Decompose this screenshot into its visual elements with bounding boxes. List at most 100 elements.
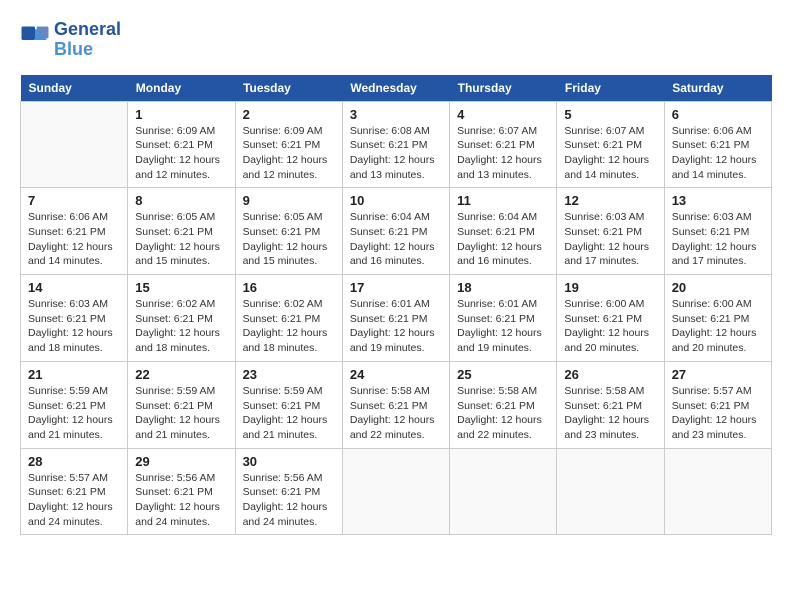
calendar-cell: 4 Sunrise: 6:07 AMSunset: 6:21 PMDaylight… (450, 101, 557, 188)
calendar-cell: 15 Sunrise: 6:02 AMSunset: 6:21 PMDayligh… (128, 275, 235, 362)
calendar-week-row: 7 Sunrise: 6:06 AMSunset: 6:21 PMDaylight… (21, 188, 772, 275)
day-info: Sunrise: 5:57 AMSunset: 6:21 PMDaylight:… (672, 384, 764, 443)
calendar-cell: 8 Sunrise: 6:05 AMSunset: 6:21 PMDaylight… (128, 188, 235, 275)
day-info: Sunrise: 5:59 AMSunset: 6:21 PMDaylight:… (28, 384, 120, 443)
calendar-cell: 16 Sunrise: 6:02 AMSunset: 6:21 PMDayligh… (235, 275, 342, 362)
day-info: Sunrise: 6:00 AMSunset: 6:21 PMDaylight:… (672, 297, 764, 356)
day-number: 4 (457, 107, 549, 122)
day-number: 9 (243, 193, 335, 208)
day-info: Sunrise: 5:57 AMSunset: 6:21 PMDaylight:… (28, 471, 120, 530)
weekday-header: Monday (128, 75, 235, 102)
day-info: Sunrise: 6:06 AMSunset: 6:21 PMDaylight:… (28, 210, 120, 269)
calendar-week-row: 14Sunrise: 6:03 AMSunset: 6:21 PMDayligh… (21, 275, 772, 362)
calendar-cell: 5 Sunrise: 6:07 AMSunset: 6:21 PMDaylight… (557, 101, 664, 188)
calendar-cell: 17 Sunrise: 6:01 AMSunset: 6:21 PMDayligh… (342, 275, 449, 362)
calendar-cell: 26 Sunrise: 5:58 AMSunset: 6:21 PMDayligh… (557, 361, 664, 448)
calendar-cell: 25 Sunrise: 5:58 AMSunset: 6:21 PMDayligh… (450, 361, 557, 448)
day-info: Sunrise: 5:58 AMSunset: 6:21 PMDaylight:… (457, 384, 549, 443)
calendar-cell (21, 101, 128, 188)
calendar-cell: 1Sunrise: 6:09 AMSunset: 6:21 PMDaylight… (128, 101, 235, 188)
day-info: Sunrise: 6:07 AMSunset: 6:21 PMDaylight:… (457, 124, 549, 183)
day-number: 5 (564, 107, 656, 122)
logo-icon (20, 25, 50, 55)
day-info: Sunrise: 6:00 AMSunset: 6:21 PMDaylight:… (564, 297, 656, 356)
day-number: 17 (350, 280, 442, 295)
logo-text: General Blue (54, 20, 121, 60)
day-info: Sunrise: 6:09 AMSunset: 6:21 PMDaylight:… (243, 124, 335, 183)
day-number: 23 (243, 367, 335, 382)
calendar-cell: 21Sunrise: 5:59 AMSunset: 6:21 PMDayligh… (21, 361, 128, 448)
day-number: 25 (457, 367, 549, 382)
day-info: Sunrise: 6:06 AMSunset: 6:21 PMDaylight:… (672, 124, 764, 183)
calendar-week-row: 1Sunrise: 6:09 AMSunset: 6:21 PMDaylight… (21, 101, 772, 188)
day-number: 15 (135, 280, 227, 295)
calendar-header: SundayMondayTuesdayWednesdayThursdayFrid… (21, 75, 772, 102)
day-number: 11 (457, 193, 549, 208)
day-number: 26 (564, 367, 656, 382)
calendar-cell (664, 448, 771, 535)
day-info: Sunrise: 6:03 AMSunset: 6:21 PMDaylight:… (28, 297, 120, 356)
day-info: Sunrise: 5:59 AMSunset: 6:21 PMDaylight:… (243, 384, 335, 443)
day-number: 19 (564, 280, 656, 295)
day-info: Sunrise: 5:56 AMSunset: 6:21 PMDaylight:… (135, 471, 227, 530)
day-number: 30 (243, 454, 335, 469)
calendar-cell: 18 Sunrise: 6:01 AMSunset: 6:21 PMDayligh… (450, 275, 557, 362)
weekday-header: Saturday (664, 75, 771, 102)
day-number: 16 (243, 280, 335, 295)
day-number: 8 (135, 193, 227, 208)
day-number: 24 (350, 367, 442, 382)
calendar-cell: 11Sunrise: 6:04 AMSunset: 6:21 PMDayligh… (450, 188, 557, 275)
weekday-header: Wednesday (342, 75, 449, 102)
calendar-cell: 24 Sunrise: 5:58 AMSunset: 6:21 PMDayligh… (342, 361, 449, 448)
day-info: Sunrise: 5:56 AMSunset: 6:21 PMDaylight:… (243, 471, 335, 530)
day-info: Sunrise: 6:04 AMSunset: 6:21 PMDaylight:… (350, 210, 442, 269)
calendar-cell: 13Sunrise: 6:03 AMSunset: 6:21 PMDayligh… (664, 188, 771, 275)
calendar-week-row: 28Sunrise: 5:57 AMSunset: 6:21 PMDayligh… (21, 448, 772, 535)
weekday-header: Friday (557, 75, 664, 102)
calendar-cell: 28Sunrise: 5:57 AMSunset: 6:21 PMDayligh… (21, 448, 128, 535)
day-number: 12 (564, 193, 656, 208)
day-info: Sunrise: 6:02 AMSunset: 6:21 PMDaylight:… (243, 297, 335, 356)
calendar-cell: 14Sunrise: 6:03 AMSunset: 6:21 PMDayligh… (21, 275, 128, 362)
day-number: 10 (350, 193, 442, 208)
day-info: Sunrise: 6:05 AMSunset: 6:21 PMDaylight:… (135, 210, 227, 269)
calendar-cell: 27Sunrise: 5:57 AMSunset: 6:21 PMDayligh… (664, 361, 771, 448)
day-info: Sunrise: 6:09 AMSunset: 6:21 PMDaylight:… (135, 124, 227, 183)
calendar-cell: 3 Sunrise: 6:08 AMSunset: 6:21 PMDaylight… (342, 101, 449, 188)
day-number: 3 (350, 107, 442, 122)
calendar-cell: 30 Sunrise: 5:56 AMSunset: 6:21 PMDayligh… (235, 448, 342, 535)
calendar-cell: 19 Sunrise: 6:00 AMSunset: 6:21 PMDayligh… (557, 275, 664, 362)
page-header: General Blue (20, 20, 772, 60)
day-info: Sunrise: 6:01 AMSunset: 6:21 PMDaylight:… (457, 297, 549, 356)
calendar-cell: 20 Sunrise: 6:00 AMSunset: 6:21 PMDayligh… (664, 275, 771, 362)
logo: General Blue (20, 20, 121, 60)
day-number: 20 (672, 280, 764, 295)
day-info: Sunrise: 6:01 AMSunset: 6:21 PMDaylight:… (350, 297, 442, 356)
day-info: Sunrise: 6:03 AMSunset: 6:21 PMDaylight:… (564, 210, 656, 269)
calendar-cell: 10 Sunrise: 6:04 AMSunset: 6:21 PMDayligh… (342, 188, 449, 275)
day-number: 22 (135, 367, 227, 382)
day-number: 29 (135, 454, 227, 469)
calendar-cell (450, 448, 557, 535)
weekday-row: SundayMondayTuesdayWednesdayThursdayFrid… (21, 75, 772, 102)
day-info: Sunrise: 6:07 AMSunset: 6:21 PMDaylight:… (564, 124, 656, 183)
day-info: Sunrise: 5:58 AMSunset: 6:21 PMDaylight:… (564, 384, 656, 443)
calendar-cell (557, 448, 664, 535)
calendar-cell: 23 Sunrise: 5:59 AMSunset: 6:21 PMDayligh… (235, 361, 342, 448)
calendar-cell: 6Sunrise: 6:06 AMSunset: 6:21 PMDaylight… (664, 101, 771, 188)
day-info: Sunrise: 6:08 AMSunset: 6:21 PMDaylight:… (350, 124, 442, 183)
weekday-header: Thursday (450, 75, 557, 102)
day-number: 18 (457, 280, 549, 295)
day-info: Sunrise: 6:02 AMSunset: 6:21 PMDaylight:… (135, 297, 227, 356)
day-number: 7 (28, 193, 120, 208)
day-info: Sunrise: 5:58 AMSunset: 6:21 PMDaylight:… (350, 384, 442, 443)
calendar-cell: 29 Sunrise: 5:56 AMSunset: 6:21 PMDayligh… (128, 448, 235, 535)
calendar-body: 1Sunrise: 6:09 AMSunset: 6:21 PMDaylight… (21, 101, 772, 535)
day-info: Sunrise: 5:59 AMSunset: 6:21 PMDaylight:… (135, 384, 227, 443)
calendar-table: SundayMondayTuesdayWednesdayThursdayFrid… (20, 75, 772, 536)
day-number: 2 (243, 107, 335, 122)
calendar-week-row: 21Sunrise: 5:59 AMSunset: 6:21 PMDayligh… (21, 361, 772, 448)
calendar-cell: 2 Sunrise: 6:09 AMSunset: 6:21 PMDaylight… (235, 101, 342, 188)
calendar-cell (342, 448, 449, 535)
calendar-cell: 7 Sunrise: 6:06 AMSunset: 6:21 PMDaylight… (21, 188, 128, 275)
